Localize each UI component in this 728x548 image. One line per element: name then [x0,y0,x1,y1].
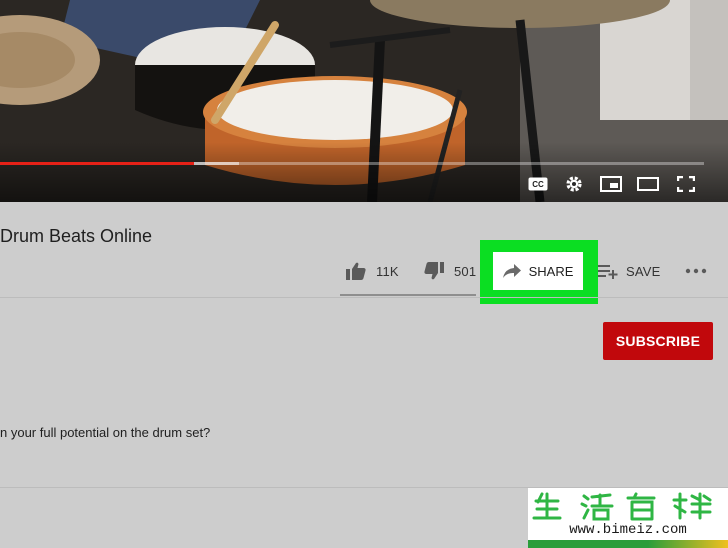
progress-played [0,162,194,165]
fullscreen-icon[interactable] [674,174,698,194]
video-title: Drum Beats Online [0,226,153,246]
like-button[interactable]: 11K [346,258,399,284]
share-arrow-icon [502,264,521,278]
video-description: n your full potential on the drum set? [0,425,211,440]
save-label: SAVE [626,263,661,279]
subscribe-button[interactable]: SUBSCRIBE [603,322,713,360]
closed-captions-icon[interactable]: CC [526,174,550,194]
section-divider [0,297,728,298]
like-dislike-ratio-bar [340,294,476,296]
settings-gear-icon[interactable] [562,174,586,194]
theater-mode-icon[interactable] [636,174,660,194]
share-button[interactable]: SHARE [493,252,583,290]
svg-text:CC: CC [532,180,544,189]
video-player[interactable]: CC [0,0,728,202]
video-progress-bar[interactable] [0,162,704,165]
watermark-stripe [528,540,728,548]
watermark-url: www.bimeiz.com [569,522,687,538]
watermark-chinese-glyphs [532,492,712,521]
dislike-count: 501 [454,263,477,279]
share-label: SHARE [528,263,574,279]
more-actions-button[interactable] [685,258,707,284]
thumbs-up-icon [346,262,366,280]
thumbs-down-icon [424,262,444,280]
watermark-logo: www.bimeiz.com [528,488,728,548]
like-count: 11K [376,263,399,279]
dislike-button[interactable]: 501 [424,258,476,284]
more-horizontal-icon [685,268,707,274]
add-to-playlist-icon [598,265,618,279]
save-button[interactable]: SAVE [598,258,661,284]
miniplayer-icon[interactable] [599,174,623,194]
